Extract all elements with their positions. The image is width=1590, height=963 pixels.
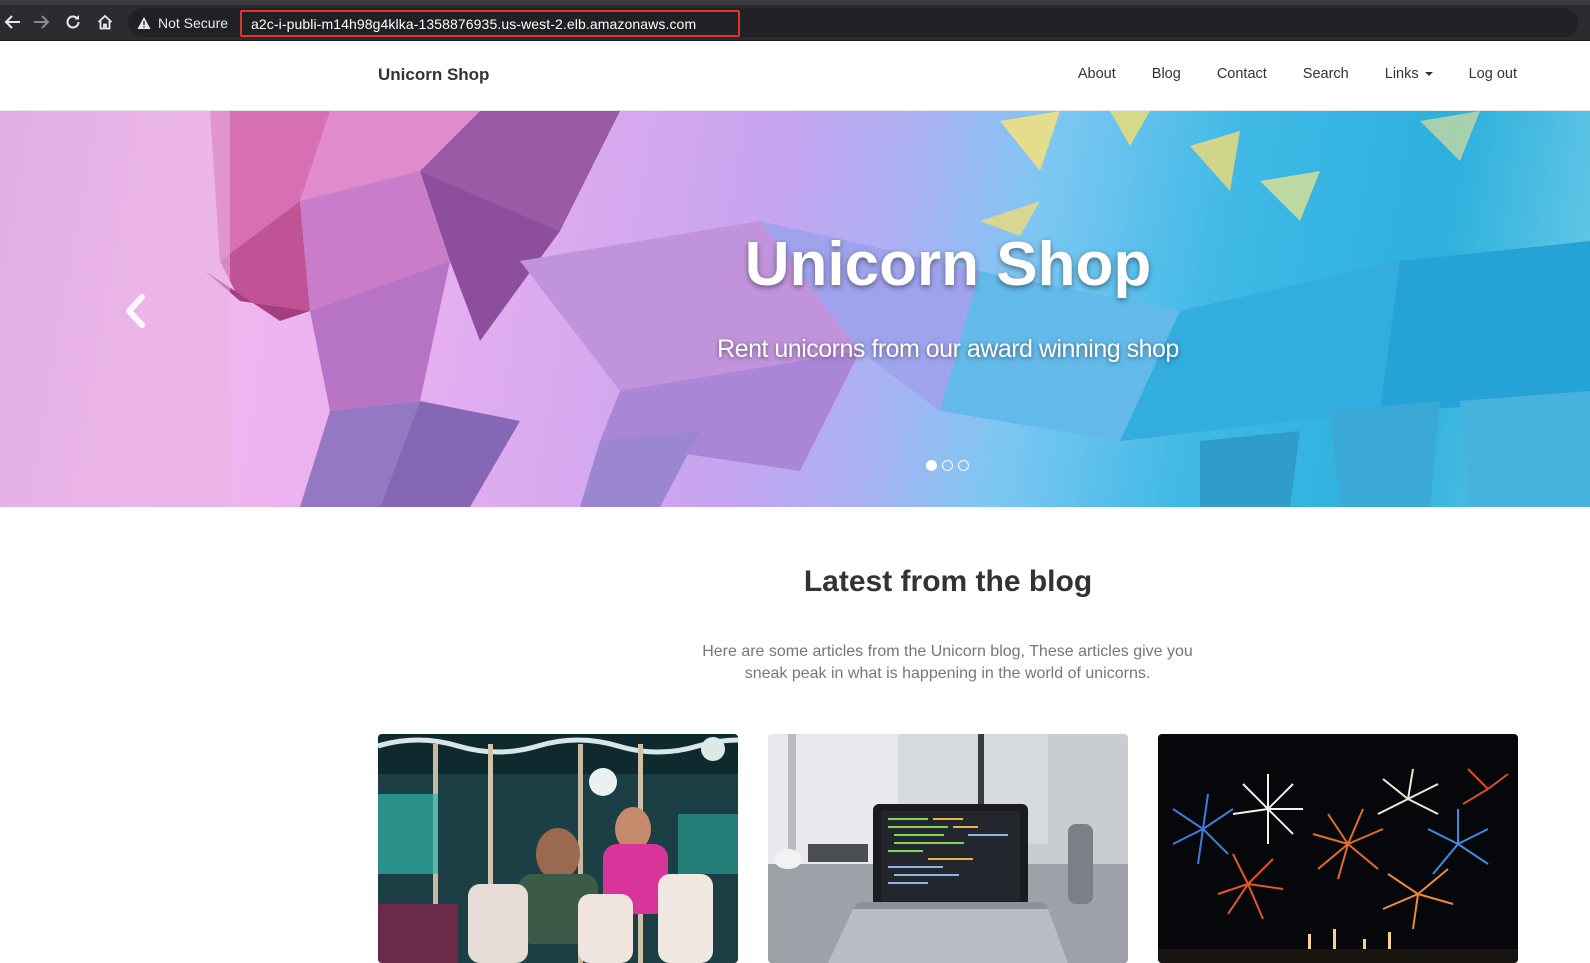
nav-link-logout[interactable]: Log out: [1469, 66, 1517, 82]
carousel-photo: [378, 734, 738, 963]
blog-heading: Latest from the blog: [803, 565, 1093, 598]
nav-link-blog[interactable]: Blog: [1152, 66, 1181, 82]
carousel-indicator-2[interactable]: [942, 460, 953, 471]
home-icon[interactable]: [92, 10, 118, 34]
fireworks-photo: [1158, 734, 1518, 963]
warning-icon: [137, 17, 151, 29]
blog-card-laptop-image[interactable]: [768, 734, 1128, 963]
back-arrow-icon[interactable]: [0, 10, 26, 34]
hero-subtitle: Rent unicorns from our award winning sho…: [717, 335, 1179, 363]
blog-card-fireworks-image[interactable]: [1158, 734, 1518, 963]
blog-card-carousel-image[interactable]: [378, 734, 738, 963]
laptop-code-photo: [768, 734, 1128, 963]
nav-link-links-label: Links: [1384, 66, 1419, 82]
nav-link-links-dropdown[interactable]: Links: [1385, 66, 1433, 82]
url-text[interactable]: a2c-i-publi-m14h98g4klka-1358876935.us-w…: [240, 10, 740, 37]
unicorn-lowpoly-image: [0, 111, 1590, 507]
nav-link-about[interactable]: About: [1078, 66, 1116, 82]
nav-link-search[interactable]: Search: [1303, 66, 1349, 82]
brand-link[interactable]: Unicorn Shop: [378, 65, 489, 85]
carousel-indicators: [926, 460, 969, 471]
nav-link-contact[interactable]: Contact: [1217, 66, 1267, 82]
site-navbar: Unicorn Shop About Blog Contact Search L…: [0, 41, 1590, 111]
carousel-indicator-1[interactable]: [926, 460, 937, 471]
forward-arrow-icon[interactable]: [28, 10, 54, 34]
nav-links: About Blog Contact Search Links Log out: [1042, 66, 1517, 82]
security-label: Not Secure: [158, 15, 229, 31]
caret-down-icon: [1424, 72, 1433, 76]
carousel-indicator-3[interactable]: [958, 460, 969, 471]
hero-title: Unicorn Shop: [744, 230, 1152, 299]
site-security-indicator[interactable]: Not Secure: [137, 13, 228, 33]
reload-icon[interactable]: [60, 10, 86, 34]
hero-carousel: Unicorn Shop Rent unicorns from our awar…: [0, 111, 1590, 507]
blog-description: Here are some articles from the Unicorn …: [702, 643, 1193, 682]
browser-toolbar: Not Secure a2c-i-publi-m14h98g4klka-1358…: [0, 0, 1590, 41]
